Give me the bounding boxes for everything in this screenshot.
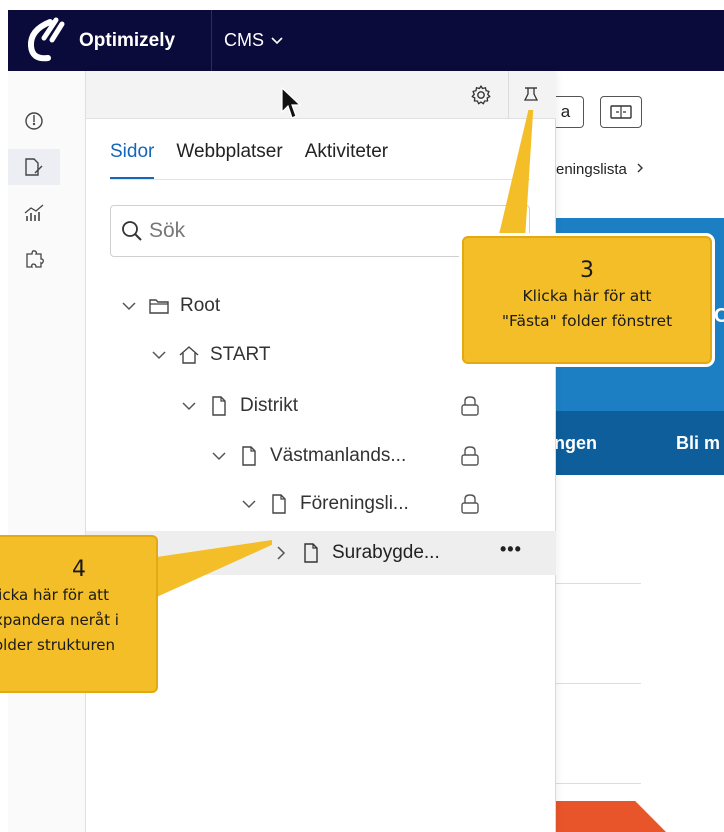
tree-item-label: Root [180,295,221,316]
background-page: a eningslista C ngen Bli m [548,71,724,832]
site-nav-item[interactable]: ngen [554,433,597,454]
reports-icon [24,204,44,221]
chevron-down-icon[interactable] [148,344,170,366]
callout-number: 3 [580,258,594,283]
content-divider [556,583,641,584]
tree-item-distrikt[interactable]: Distrikt [86,385,556,427]
content-divider [556,783,641,784]
tree-item-label: START [210,344,271,365]
more-options-button[interactable]: ••• [500,539,522,560]
rail-item-reports[interactable] [8,195,60,231]
page-icon [208,395,230,417]
breadcrumb-text: eningslista [556,161,627,178]
tree-item-label: Distrikt [240,395,299,416]
callout-expand: 4 licka här för att xpandera neråt i old… [0,535,158,693]
addons-icon [26,250,44,268]
page-icon [238,445,260,467]
pin-icon [523,87,539,101]
callout-line: older strukturen [0,636,116,654]
product-switcher[interactable]: CMS [224,30,284,51]
mouse-cursor-icon [281,86,302,119]
home-icon [178,344,200,366]
pin-panel-button[interactable] [514,79,548,111]
orange-shape [556,801,666,832]
panel-tabs: Sidor Webbplatser Aktiviteter [110,141,388,179]
product-label: CMS [224,30,264,50]
page-icon [268,493,290,515]
callout-line: xpandera neråt i [0,611,119,629]
callout-number: 4 [72,557,86,582]
chevron-down-icon [271,36,283,44]
folder-icon [148,295,170,317]
left-rail [8,71,86,832]
rail-item-dashboard[interactable] [8,103,60,139]
tab-aktiviteter[interactable]: Aktiviteter [305,141,388,179]
brand-name: Optimizely [79,30,176,51]
hero-letter: C [714,305,724,327]
rail-item-edit[interactable] [8,149,60,185]
tree-item-label: Västmanlands... [270,445,407,466]
chevron-down-icon[interactable] [118,295,140,317]
tab-sidor[interactable]: Sidor [110,141,155,179]
preview-toggle-button[interactable] [600,96,642,128]
page-icon [300,542,322,564]
edit-page-icon [25,158,43,176]
optimizely-logo-icon[interactable] [22,16,66,64]
page-tree-panel: Sidor Webbplatser Aktiviteter Root START… [86,71,556,832]
tree-item-foreningslista[interactable]: Föreningsli... [86,483,556,525]
tabs-underline [110,179,530,180]
chevron-down-icon[interactable] [178,395,200,417]
search-icon [122,221,142,241]
header-separator [508,71,509,119]
callout-line: "Fästa" folder fönstret [501,312,673,330]
gear-icon [471,85,491,105]
callout-pin: 3 Klicka här för att "Fästa" folder föns… [462,236,712,364]
panel-header [86,71,556,119]
dashboard-icon [25,112,43,130]
search-input[interactable] [149,219,489,243]
background-breadcrumb[interactable]: eningslista [556,161,645,178]
lock-icon [460,395,480,417]
site-nav: ngen Bli m [554,411,724,475]
rail-item-addons[interactable] [8,241,60,277]
site-nav-item[interactable]: Bli m [676,433,720,454]
content-divider [556,683,641,684]
lock-icon [460,493,480,515]
chevron-down-icon[interactable] [208,445,230,467]
tree-item-label: Surabygde... [332,542,440,563]
chevron-down-icon[interactable] [238,493,260,515]
lock-icon [460,445,480,467]
settings-button[interactable] [464,79,498,111]
tab-webbplatser[interactable]: Webbplatser [176,141,282,179]
tree-item-vastmanlands[interactable]: Västmanlands... [86,435,556,477]
callout-line: Klicka här för att [522,287,652,305]
chevron-right-icon [637,163,644,173]
top-bar: Optimizely CMS [8,10,724,71]
split-view-icon [610,105,632,119]
callout-line: licka här för att [0,586,109,604]
background-button-a-label: a [560,102,571,121]
tree-item-label: Föreningsli... [300,493,409,514]
topbar-divider [211,10,212,71]
chevron-right-icon[interactable] [270,542,292,564]
